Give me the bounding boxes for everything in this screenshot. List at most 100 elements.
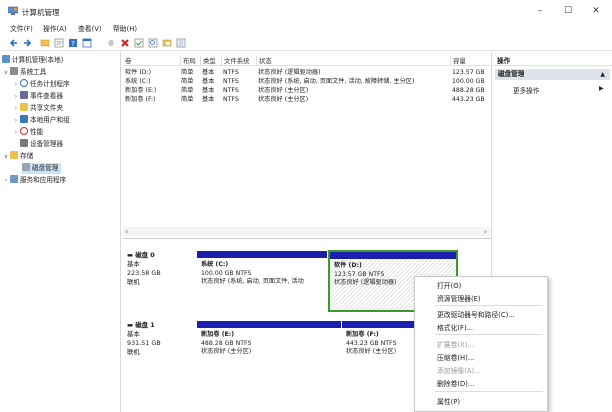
tree-item-shared-folders[interactable]: › 共享文件夹	[12, 103, 63, 114]
tree-item-device-manager[interactable]: 设备管理器	[12, 139, 63, 150]
back-icon[interactable]	[9, 38, 19, 48]
disk-0-type: 基本	[127, 260, 140, 268]
menu-item-open[interactable]: 打开(O)	[437, 280, 461, 290]
performance-icon	[20, 127, 28, 135]
tree-item-services-applications[interactable]: › 服务和应用程序	[2, 175, 66, 186]
partition-d-status: 状态良好 (逻辑驱动器)	[334, 279, 397, 286]
partition-e[interactable]: 新加卷 (E:) 488.28 GB NTFS 状态良好 (主分区)	[197, 321, 341, 381]
column-type[interactable]: 类型	[200, 56, 216, 66]
chevron-right-icon[interactable]: ›	[12, 127, 20, 138]
shared-folder-icon	[20, 103, 28, 111]
chevron-right-icon[interactable]: ›	[12, 103, 20, 114]
menu-help[interactable]: 帮助(H)	[113, 23, 137, 33]
svg-text:?: ?	[71, 40, 75, 48]
collapse-up-icon[interactable]: ▲	[600, 69, 605, 80]
column-status[interactable]: 状态	[256, 56, 272, 66]
menu-bar: 文件(F) 操作(A) 查看(V) 帮助(H)	[0, 22, 612, 35]
navigation-tree: 计算机管理(本地) ∨ 系统工具 › 任务计划程序 › 事件查看器 › 共享文件夹 › 本…	[0, 52, 121, 412]
minimize-button[interactable]: –	[528, 3, 552, 19]
menu-item-properties[interactable]: 属性(P)	[437, 396, 460, 406]
chevron-right-icon[interactable]: ›	[12, 115, 20, 126]
disk-0-size: 223.58 GB	[127, 269, 161, 277]
computer-management-window: 计算机管理 – ☐ ✕ 文件(F) 操作(A) 查看(V) 帮助(H) ? 计算…	[0, 0, 612, 412]
disk-1-status: 联机	[127, 348, 140, 356]
table-row[interactable]: 新加卷 (F:) 简单 基本 NTFS 状态良好 (主分区) 443.23 GB	[123, 95, 490, 104]
menu-separator	[435, 334, 543, 335]
disk-1-type: 基本	[127, 330, 140, 338]
chevron-down-icon[interactable]: ∨	[2, 151, 10, 162]
properties-icon[interactable]	[54, 38, 64, 48]
scroll-right-arrow-icon[interactable]: ›	[484, 227, 487, 236]
close-button[interactable]: ✕	[584, 3, 608, 19]
list-icon[interactable]	[176, 38, 186, 48]
more-actions-arrow-icon[interactable]: ▶	[599, 85, 604, 92]
tree-item-storage[interactable]: ∨ 存储	[2, 151, 33, 162]
disk-0-status: 联机	[127, 278, 140, 286]
actions-header: 操作	[493, 56, 612, 66]
menu-item-shrink-volume[interactable]: 压缩卷(H)...	[437, 352, 474, 362]
tools-icon	[10, 67, 18, 75]
folder-icon[interactable]	[40, 38, 50, 48]
title-bar: 计算机管理 – ☐ ✕	[0, 0, 612, 22]
maximize-button[interactable]: ☐	[556, 3, 580, 19]
help-icon[interactable]: ?	[68, 38, 78, 48]
chevron-right-icon[interactable]: ›	[2, 175, 10, 186]
tree-item-event-viewer[interactable]: › 事件查看器	[12, 91, 63, 102]
view-icon[interactable]	[82, 38, 92, 48]
column-layout[interactable]: 布局	[180, 56, 196, 66]
tree-item-disk-management[interactable]: 磁盘管理	[22, 163, 62, 174]
tree-item-local-users-groups[interactable]: › 本地用户和组	[12, 115, 70, 126]
column-volume[interactable]: 卷	[123, 56, 131, 66]
folder-open-icon[interactable]	[162, 38, 172, 48]
more-actions[interactable]: 更多操作	[513, 85, 539, 95]
menu-view[interactable]: 查看(V)	[78, 23, 102, 33]
column-capacity[interactable]: 容量	[450, 56, 466, 66]
menu-separator	[435, 391, 543, 392]
menu-item-delete-volume[interactable]: 删除卷(D)...	[437, 378, 474, 388]
partition-c-status: 状态良好 (系统, 启动, 页面文件, 活动	[201, 278, 304, 285]
horizontal-scrollbar[interactable]: ‹ ›	[123, 227, 490, 236]
computer-icon	[2, 55, 10, 63]
disconnect-icon[interactable]	[106, 38, 116, 48]
actions-section-disk-management[interactable]: 磁盘管理 ▲	[495, 69, 610, 80]
forward-icon[interactable]	[22, 38, 32, 48]
partition-f-name: 新加卷 (F:)	[346, 331, 379, 338]
partition-c[interactable]: 系统 (C:) 100.00 GB NTFS 状态良好 (系统, 启动, 页面文…	[197, 251, 327, 311]
chevron-right-icon[interactable]: ›	[12, 79, 20, 90]
tree-item-performance[interactable]: › 性能	[12, 127, 43, 138]
menu-file[interactable]: 文件(F)	[10, 23, 33, 33]
table-row[interactable]: 软件 (D:) 简单 基本 NTFS 状态良好 (逻辑驱动器) 123.57 G…	[123, 68, 490, 77]
check-icon[interactable]	[134, 38, 144, 48]
column-file-system[interactable]: 文件系统	[221, 56, 250, 66]
disk-1-info[interactable]: ▬ 磁盘 1 基本 931.51 GB 联机	[127, 321, 195, 357]
menu-item-explorer[interactable]: 资源管理器(E)	[437, 293, 481, 303]
partition-f-size: 443.23 GB NTFS	[346, 339, 397, 347]
menu-action[interactable]: 操作(A)	[43, 23, 67, 33]
chevron-down-icon[interactable]: ∨	[2, 67, 10, 78]
tree-item-task-scheduler[interactable]: › 任务计划程序	[12, 79, 70, 90]
tree-item-computer-management[interactable]: 计算机管理(本地)	[2, 55, 63, 66]
table-row[interactable]: 新加卷 (E:) 简单 基本 NTFS 状态良好 (主分区) 488.28 GB	[123, 86, 490, 95]
scroll-left-arrow-icon[interactable]: ‹	[125, 227, 128, 236]
device-icon	[20, 139, 28, 147]
menu-item-change-drive-letter[interactable]: 更改驱动器号和路径(C)...	[437, 309, 515, 319]
users-icon	[20, 115, 28, 123]
storage-icon	[10, 151, 18, 159]
volume-list: 卷 布局 类型 文件系统 状态 容量 软件 (D:) 简单 基本 NTFS 状态…	[123, 52, 492, 237]
volume-list-header: 卷 布局 类型 文件系统 状态 容量	[123, 56, 490, 66]
partition-e-status: 状态良好 (主分区)	[201, 348, 252, 355]
delete-icon[interactable]	[120, 38, 130, 48]
partition-c-size: 100.00 GB NTFS	[201, 269, 252, 277]
services-icon	[10, 175, 18, 183]
menu-item-format[interactable]: 格式化(F)...	[437, 322, 473, 332]
table-row[interactable]: 系统 (C:) 简单 基本 NTFS 状态良好 (系统, 启动, 页面文件, 活…	[123, 77, 490, 86]
search-icon[interactable]	[148, 38, 158, 48]
partition-c-name: 系统 (C:)	[201, 261, 229, 268]
disk-1-name: ▬ 磁盘 1	[127, 321, 155, 329]
window-title: 计算机管理	[22, 8, 60, 17]
chevron-right-icon[interactable]: ›	[12, 91, 20, 102]
menu-item-extend-volume: 扩展卷(X)...	[437, 341, 474, 349]
disk-0-info[interactable]: ▬ 磁盘 0 基本 223.58 GB 联机	[127, 251, 195, 287]
tree-item-system-tools[interactable]: ∨ 系统工具	[2, 67, 46, 78]
partition-f-status: 状态良好 (主分区)	[346, 348, 397, 355]
